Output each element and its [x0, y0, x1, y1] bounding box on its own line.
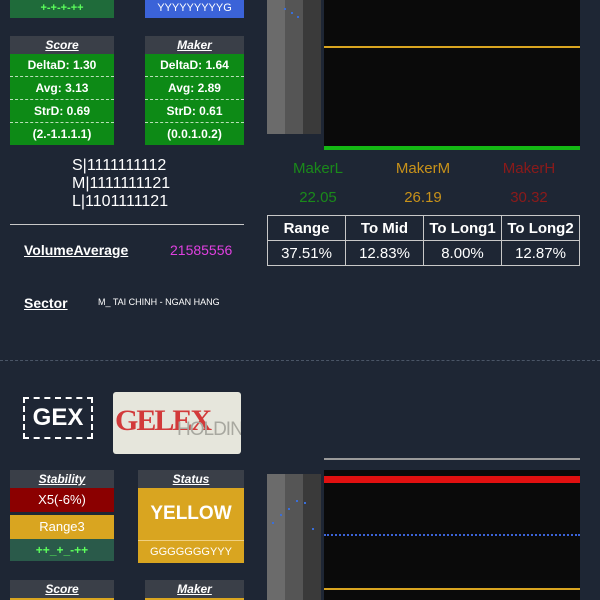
stats-header-row: Range To Mid To Long1 To Long2 — [267, 215, 580, 241]
bottom-chart-area — [324, 458, 580, 600]
section-separator — [0, 360, 600, 361]
stability-card: Stability X5(-6%) Range3 ++_+_-++ — [10, 470, 114, 561]
stats-value-to-mid: 12.83% — [345, 240, 424, 266]
score-std: StrD: 0.69 — [10, 100, 114, 123]
maker-h-block: MakerH 30.32 — [491, 160, 567, 206]
maker-card-title: Maker — [145, 36, 244, 54]
score-card-body: DeltaD: 1.30 Avg: 3.13 StrD: 0.69 (2.-1.… — [10, 54, 114, 145]
maker-l-value: 22.05 — [299, 189, 337, 206]
maker-seq: (0.0.1.0.2) — [167, 127, 222, 141]
stats-value-range: 37.51% — [267, 240, 346, 266]
score-card-title: Score — [10, 36, 114, 54]
score-seq: (2.-1.1.1.1) — [32, 127, 92, 141]
stability-pattern-text: +-+-+-++ — [40, 2, 84, 14]
logo-subtext: HOLDINGS — [177, 419, 241, 440]
stats-header-to-mid: To Mid — [345, 215, 424, 241]
sml-block: S|1111111112 M|1111111121 L|1101111121 — [72, 157, 202, 211]
maker-h-value: 30.32 — [510, 189, 548, 206]
stability-pattern-top: +-+-+-++ — [10, 0, 114, 18]
stability-card-title: Stability — [10, 470, 114, 488]
status-pattern-text: YYYYYYYYYG — [157, 2, 232, 14]
bottom-left-gauge — [267, 474, 321, 600]
stats-header-to-long1: To Long1 — [423, 215, 502, 241]
maker-l-block: MakerL 22.05 — [280, 160, 356, 206]
top-left-gauge — [267, 0, 321, 134]
maker-m-label: MakerM — [395, 160, 451, 177]
status-card-title: Status — [138, 470, 244, 488]
divider — [10, 224, 244, 225]
volume-average-label: VolumeAverage — [24, 242, 129, 258]
maker-m-value: 26.19 — [404, 189, 442, 206]
maker-std: StrD: 0.61 — [145, 100, 244, 123]
sector-value: M_ TAI CHINH - NGAN HANG — [98, 297, 220, 307]
score-avg: Avg: 3.13 — [10, 77, 114, 100]
status-pattern-top: YYYYYYYYYG — [145, 0, 244, 18]
volume-average-value: 21585556 — [170, 242, 233, 258]
maker-card-top: Maker DeltaD: 1.64 Avg: 2.89 StrD: 0.61 … — [145, 36, 244, 145]
stats-table: Range To Mid To Long1 To Long2 37.51% 12… — [267, 215, 580, 266]
stats-value-to-long2: 12.87% — [501, 240, 580, 266]
sml-m: M|1111111121 — [72, 175, 171, 192]
ticker-text: GEX — [32, 404, 84, 431]
stability-pattern: ++_+_-++ — [10, 539, 114, 561]
score-card-top: Score DeltaD: 1.30 Avg: 3.13 StrD: 0.69 … — [10, 36, 114, 145]
sml-s: S|1111111112 — [72, 157, 167, 174]
maker-delta: DeltaD: 1.64 — [145, 54, 244, 77]
maker-m-block: MakerM 26.19 — [385, 160, 461, 206]
ticker-badge[interactable]: GEX — [23, 397, 93, 439]
stability-value: X5(-6%) — [10, 488, 114, 512]
maker-h-label: MakerH — [502, 160, 556, 177]
stats-value-to-long1: 8.00% — [423, 240, 502, 266]
company-logo: GELEX HOLDINGS — [113, 392, 241, 454]
maker-card-title-bottom: Maker — [145, 580, 244, 598]
top-chart-area — [324, 0, 580, 150]
status-pattern: GGGGGGGYYY — [138, 540, 244, 563]
status-card: Status YELLOW GGGGGGGYYY — [138, 470, 244, 563]
maker-l-label: MakerL — [292, 160, 344, 177]
stats-header-range: Range — [267, 215, 346, 241]
sml-l: L|1101111121 — [72, 193, 169, 210]
score-card-title-bottom: Score — [10, 580, 114, 598]
maker-card-body: DeltaD: 1.64 Avg: 2.89 StrD: 0.61 (0.0.1… — [145, 54, 244, 145]
stability-range: Range3 — [10, 515, 114, 539]
score-delta: DeltaD: 1.30 — [10, 54, 114, 77]
sector-label: Sector — [24, 295, 68, 311]
stats-header-to-long2: To Long2 — [501, 215, 580, 241]
status-value: YELLOW — [138, 488, 244, 540]
stats-value-row: 37.51% 12.83% 8.00% 12.87% — [267, 240, 580, 266]
maker-avg: Avg: 2.89 — [145, 77, 244, 100]
